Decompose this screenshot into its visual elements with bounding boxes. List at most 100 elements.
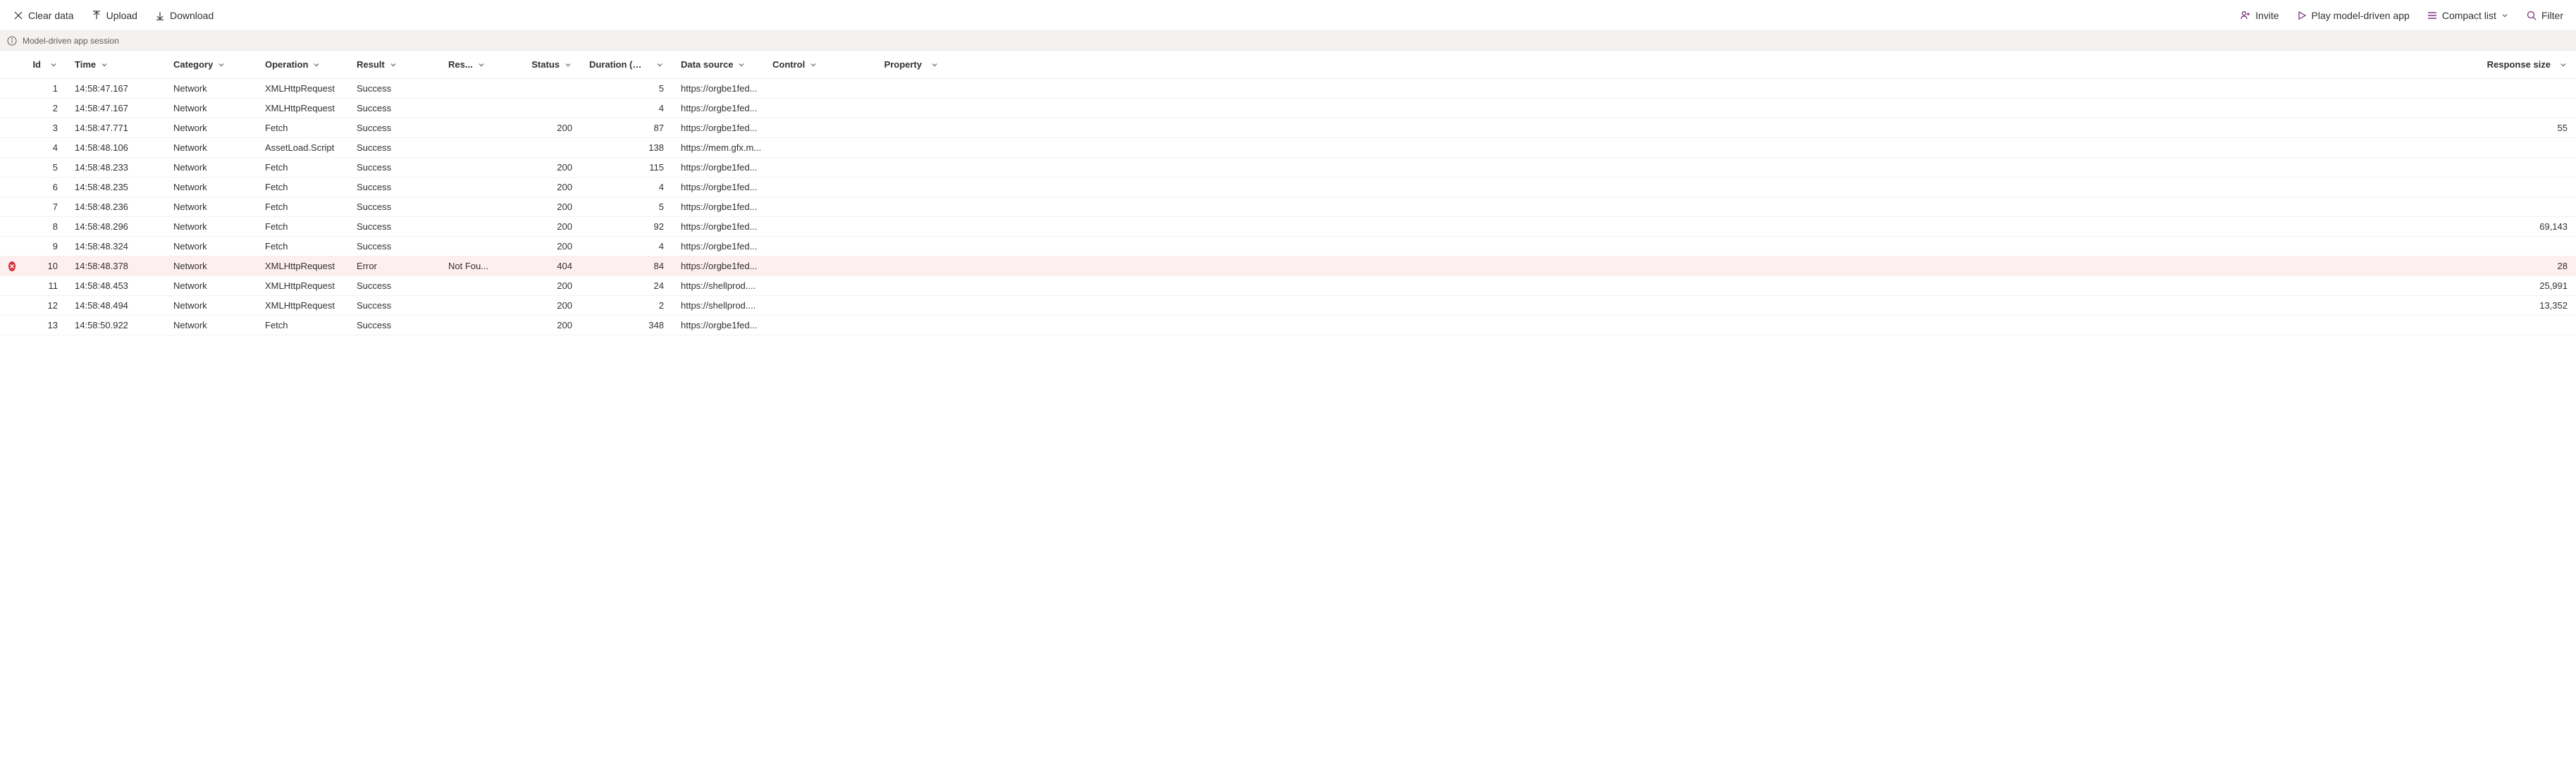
cell-datasource: https://shellprod.... (672, 280, 764, 291)
cell-status: 200 (496, 280, 581, 291)
table-row[interactable]: 1014:58:48.378NetworkXMLHttpRequestError… (0, 256, 2576, 276)
table-row[interactable]: 914:58:48.324NetworkFetchSuccess2004http… (0, 237, 2576, 256)
cell-duration: 24 (581, 280, 672, 291)
cell-datasource: https://orgbe1fed... (672, 202, 764, 212)
view-mode-dropdown[interactable]: Compact list (2420, 6, 2516, 25)
row-error-cell (0, 261, 24, 271)
table-row[interactable]: 1314:58:50.922NetworkFetchSuccess200348h… (0, 316, 2576, 335)
play-app-button[interactable]: Play model-driven app (2289, 6, 2417, 25)
table-row[interactable]: 714:58:48.236NetworkFetchSuccess2005http… (0, 197, 2576, 217)
cell-category: Network (165, 103, 257, 113)
cell-datasource: https://orgbe1fed... (672, 123, 764, 133)
clear-data-label: Clear data (28, 10, 74, 21)
table-row[interactable]: 614:58:48.235NetworkFetchSuccess2004http… (0, 178, 2576, 197)
download-button[interactable]: Download (147, 6, 221, 25)
column-property[interactable]: Property (856, 59, 947, 70)
cell-result: Success (348, 162, 440, 173)
column-duration[interactable]: Duration (ms) (581, 59, 672, 70)
cell-datasource: https://orgbe1fed... (672, 320, 764, 330)
cell-result: Success (348, 103, 440, 113)
cell-datasource: https://orgbe1fed... (672, 162, 764, 173)
column-category[interactable]: Category (165, 59, 257, 70)
cell-duration: 348 (581, 320, 672, 330)
cell-id: 12 (24, 300, 66, 311)
cell-result: Success (348, 241, 440, 252)
error-badge-icon (8, 261, 16, 271)
cell-duration: 5 (581, 83, 672, 94)
table-row[interactable]: 1114:58:48.453NetworkXMLHttpRequestSucce… (0, 276, 2576, 296)
column-response-size[interactable]: Response size (947, 59, 2576, 70)
cell-duration: 4 (581, 103, 672, 113)
table-row[interactable]: 814:58:48.296NetworkFetchSuccess20092htt… (0, 217, 2576, 237)
cell-category: Network (165, 280, 257, 291)
filter-button[interactable]: Filter (2519, 6, 2570, 25)
play-icon (2296, 10, 2307, 21)
cell-duration: 5 (581, 202, 672, 212)
invite-button[interactable]: Invite (2233, 6, 2286, 25)
cell-category: Network (165, 320, 257, 330)
cell-operation: Fetch (257, 202, 348, 212)
play-label: Play model-driven app (2312, 10, 2410, 21)
cell-response-size: 55 (947, 123, 2576, 133)
cell-id: 9 (24, 241, 66, 252)
column-result[interactable]: Result (348, 59, 440, 70)
table-row[interactable]: 114:58:47.167NetworkXMLHttpRequestSucces… (0, 79, 2576, 99)
cell-status: 200 (496, 162, 581, 173)
cell-duration: 4 (581, 241, 672, 252)
cell-result: Success (348, 300, 440, 311)
clear-data-button[interactable]: Clear data (6, 6, 81, 25)
cell-operation: XMLHttpRequest (257, 83, 348, 94)
chevron-down-icon (564, 61, 572, 69)
cell-result: Success (348, 83, 440, 94)
table-row[interactable]: 214:58:47.167NetworkXMLHttpRequestSucces… (0, 99, 2576, 118)
cell-category: Network (165, 261, 257, 271)
column-result-info[interactable]: Res... (440, 59, 496, 70)
column-status[interactable]: Status (496, 59, 581, 70)
cell-time: 14:58:48.235 (66, 182, 165, 192)
cell-status: 404 (496, 261, 581, 271)
chevron-down-icon (2501, 11, 2509, 20)
cell-time: 14:58:50.922 (66, 320, 165, 330)
cell-datasource: https://shellprod.... (672, 300, 764, 311)
column-id[interactable]: Id (24, 59, 66, 70)
cell-status: 200 (496, 241, 581, 252)
chevron-down-icon (655, 61, 664, 69)
cell-datasource: https://orgbe1fed... (672, 221, 764, 232)
table-row[interactable]: 414:58:48.106NetworkAssetLoad.ScriptSucc… (0, 138, 2576, 158)
cell-status: 200 (496, 182, 581, 192)
invite-label: Invite (2255, 10, 2279, 21)
column-control[interactable]: Control (764, 59, 856, 70)
table-row[interactable]: 514:58:48.233NetworkFetchSuccess200115ht… (0, 158, 2576, 178)
chevron-down-icon (737, 61, 746, 69)
cell-id: 13 (24, 320, 66, 330)
chevron-down-icon (809, 61, 818, 69)
cell-result: Success (348, 123, 440, 133)
upload-icon (91, 10, 102, 21)
chevron-down-icon (312, 61, 321, 69)
cell-operation: Fetch (257, 182, 348, 192)
upload-button[interactable]: Upload (84, 6, 144, 25)
column-operation[interactable]: Operation (257, 59, 348, 70)
column-time[interactable]: Time (66, 59, 165, 70)
close-icon (13, 10, 24, 21)
cell-id: 11 (24, 280, 66, 291)
cell-result: Success (348, 142, 440, 153)
cell-category: Network (165, 241, 257, 252)
cell-result: Success (348, 202, 440, 212)
table-row[interactable]: 1214:58:48.494NetworkXMLHttpRequestSucce… (0, 296, 2576, 316)
chevron-down-icon (389, 61, 398, 69)
compact-list-icon (2427, 10, 2438, 21)
cell-operation: Fetch (257, 241, 348, 252)
log-table: Id Time Category Operation Result Res...… (0, 51, 2576, 335)
cell-category: Network (165, 162, 257, 173)
toolbar-left: Clear data Upload Download (6, 6, 221, 25)
toolbar: Clear data Upload Download Invite Play (0, 0, 2576, 31)
toolbar-right: Invite Play model-driven app Compact lis… (2233, 6, 2570, 25)
column-datasource[interactable]: Data source (672, 59, 764, 70)
cell-time: 14:58:47.771 (66, 123, 165, 133)
upload-label: Upload (106, 10, 137, 21)
cell-id: 10 (24, 261, 66, 271)
table-row[interactable]: 314:58:47.771NetworkFetchSuccess20087htt… (0, 118, 2576, 138)
cell-time: 14:58:48.236 (66, 202, 165, 212)
chevron-down-icon (930, 61, 939, 69)
